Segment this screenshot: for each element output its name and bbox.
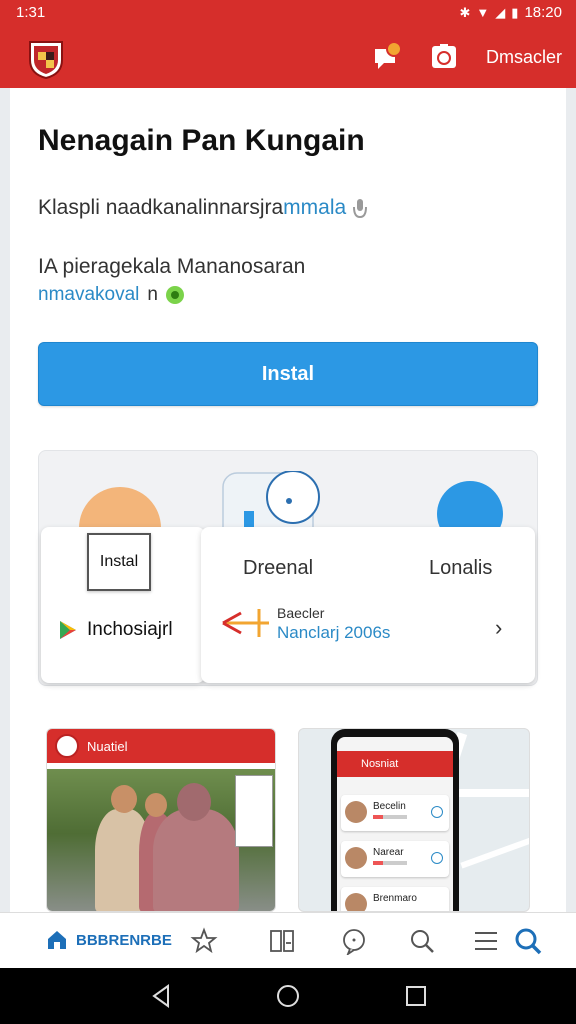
list-item: Becelin bbox=[341, 795, 449, 831]
status-clock: 18:20 bbox=[524, 4, 562, 21]
phone-app-bar: Nosniat bbox=[337, 751, 453, 777]
touch-icon bbox=[353, 199, 368, 219]
avatar bbox=[345, 893, 367, 911]
install-box-button[interactable]: Instal bbox=[87, 533, 151, 591]
system-nav-bar bbox=[0, 968, 576, 1024]
page-title: Nenagain Pan Kungain bbox=[38, 124, 365, 157]
status-icons: ✱ ▼ ◢ ▮ 18:20 bbox=[460, 4, 562, 21]
chevron-right-icon[interactable]: › bbox=[495, 615, 502, 641]
back-icon[interactable] bbox=[148, 982, 176, 1010]
person-head bbox=[145, 793, 167, 817]
search-active-icon[interactable] bbox=[514, 927, 542, 955]
phone-mockup: Nosniat Becelin Narear Brenmaro bbox=[331, 729, 459, 911]
arrow-icon bbox=[222, 609, 269, 637]
status-time: 1:31 bbox=[16, 4, 46, 21]
sign-board bbox=[235, 775, 273, 847]
avatar bbox=[345, 847, 367, 869]
person-figure bbox=[153, 809, 239, 911]
card-info-label: Baecler bbox=[277, 605, 325, 621]
map-road bbox=[460, 835, 529, 869]
radio-icon bbox=[431, 806, 443, 818]
description-link[interactable]: nmavakoval bbox=[38, 284, 139, 306]
rating-bar bbox=[373, 861, 407, 865]
bottom-nav: BBBRENRBE bbox=[0, 912, 576, 968]
subtitle-text: Klaspli naadkanalinnarsjrammala bbox=[38, 196, 347, 219]
tab-details[interactable]: Lonalis bbox=[429, 557, 492, 580]
status-dot-icon bbox=[165, 286, 184, 304]
thumbnail-bar-label: Nuatiel bbox=[87, 739, 128, 754]
status-bar: 1:31 ✱ ▼ ◢ ▮ 18:20 bbox=[0, 0, 576, 28]
install-button[interactable]: Instal bbox=[38, 342, 538, 406]
app-bar-action-link[interactable]: Dmsacler bbox=[486, 47, 562, 68]
gallery-icon[interactable] bbox=[268, 927, 296, 955]
details-card[interactable]: Dreenal Lonalis Baecler Nanclarj 2006s › bbox=[201, 527, 535, 683]
card-info: Baecler Nanclarj 2006s bbox=[277, 605, 390, 643]
home-circle-icon[interactable] bbox=[274, 982, 302, 1010]
store-row[interactable]: Inchosiajrl bbox=[59, 619, 173, 641]
thumbnail-app-bar: Nuatiel bbox=[47, 729, 275, 763]
app-logo-icon bbox=[29, 41, 63, 80]
store-label: Inchosiajrl bbox=[87, 619, 173, 640]
screenshot-thumbnail-1[interactable]: Nuatiel bbox=[46, 728, 276, 912]
phone-screen: Nosniat Becelin Narear Brenmaro bbox=[337, 737, 453, 911]
description-line: IA pieragekala Mananosaran bbox=[38, 255, 306, 278]
person-head bbox=[111, 785, 137, 813]
app-bar: Dmsacler bbox=[0, 28, 576, 88]
notification-badge bbox=[386, 41, 402, 57]
feature-panel: Instal Inchosiajrl Dreenal Lonalis Baecl… bbox=[38, 450, 538, 686]
signal-icon: ◢ bbox=[495, 4, 506, 20]
search-icon[interactable] bbox=[408, 927, 436, 955]
mini-logo-icon bbox=[55, 734, 79, 758]
tab-download[interactable]: Dreenal bbox=[243, 557, 313, 580]
chat-icon[interactable] bbox=[340, 927, 368, 955]
people-photo bbox=[47, 769, 275, 911]
store-card: Instal Inchosiajrl bbox=[41, 527, 205, 683]
description-link-row: nmavakoval n bbox=[38, 284, 184, 306]
avatar bbox=[345, 801, 367, 823]
nav-home[interactable]: BBBRENRBE bbox=[46, 929, 172, 951]
play-store-icon bbox=[60, 621, 76, 639]
list-item: Brenmaro bbox=[341, 887, 449, 911]
list-item: Narear bbox=[341, 841, 449, 877]
radio-icon bbox=[431, 852, 443, 864]
subtitle: Klaspli naadkanalinnarsjrammala bbox=[38, 196, 368, 220]
menu-icon[interactable] bbox=[472, 927, 500, 955]
map-road bbox=[449, 789, 529, 797]
battery-icon: ▮ bbox=[511, 4, 519, 20]
bluetooth-icon: ✱ bbox=[459, 4, 471, 20]
screenshot-thumbnail-2[interactable]: Nosniat Becelin Narear Brenmaro bbox=[298, 728, 530, 912]
main-content: Nenagain Pan Kungain Klaspli naadkanalin… bbox=[10, 88, 566, 912]
description-suffix: n bbox=[147, 284, 158, 305]
home-icon bbox=[48, 931, 66, 949]
recents-icon[interactable] bbox=[402, 982, 430, 1010]
timer-icon[interactable] bbox=[430, 42, 458, 70]
person-head bbox=[177, 783, 211, 821]
rating-bar bbox=[373, 815, 407, 819]
star-icon[interactable] bbox=[190, 927, 218, 955]
wifi-icon: ▼ bbox=[476, 5, 490, 20]
nav-home-label: BBBRENRBE bbox=[76, 931, 172, 949]
card-info-link[interactable]: Nanclarj 2006s bbox=[277, 623, 390, 643]
